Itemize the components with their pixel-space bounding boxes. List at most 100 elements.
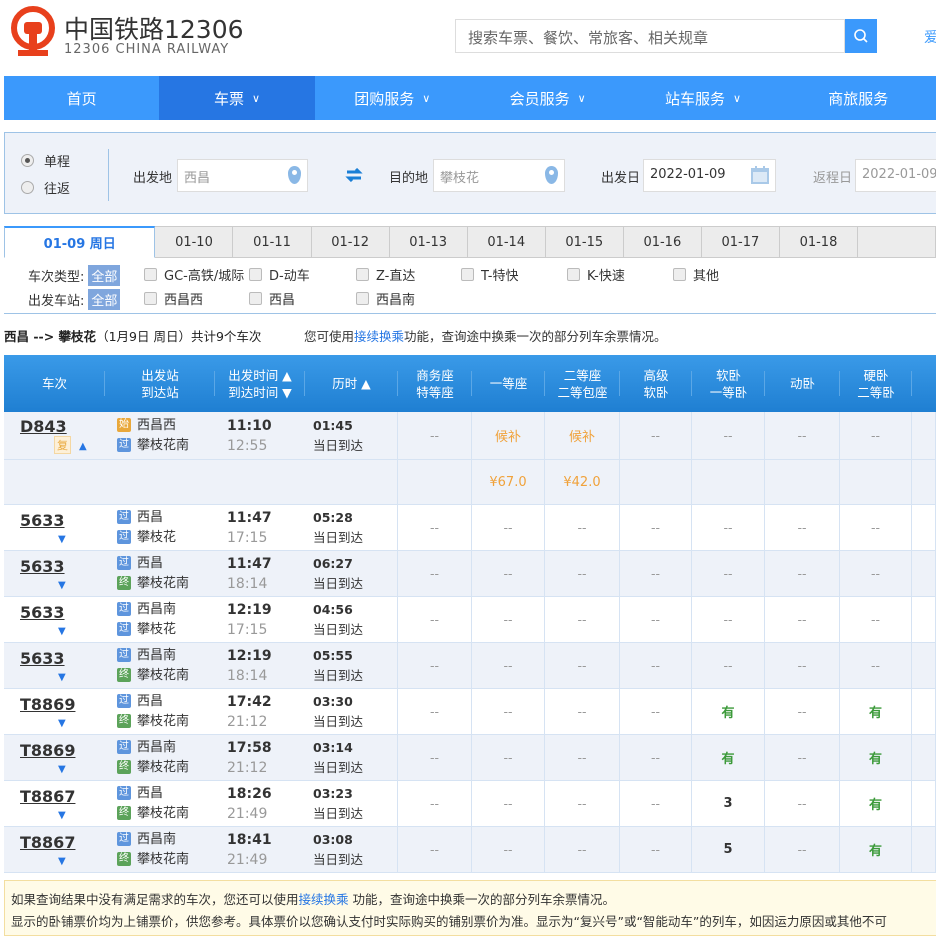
station[interactable]: 终攀枝花南 [117, 574, 189, 594]
station[interactable]: 终攀枝花南 [117, 850, 189, 870]
station[interactable]: 终攀枝花南 [117, 666, 189, 686]
seat-availability[interactable]: 候补 [495, 426, 521, 445]
date-tab[interactable]: 01-16 [624, 226, 702, 258]
date-tab[interactable]: 01-11 [233, 226, 311, 258]
checkbox[interactable] [461, 268, 474, 281]
train-type-checkbox[interactable]: GC-高铁/城际 [144, 265, 244, 284]
checkbox[interactable] [144, 292, 157, 305]
station[interactable]: 过西昌南 [117, 600, 176, 620]
station[interactable]: 过西昌 [117, 784, 163, 804]
from-input[interactable]: 西昌 [177, 159, 308, 192]
radio-round-trip[interactable]: 往返 [21, 178, 70, 197]
calendar-icon[interactable] [750, 165, 770, 185]
seat-cell[interactable]: 有 [692, 735, 765, 780]
station[interactable]: 过西昌 [117, 508, 163, 528]
date-tab[interactable]: 01-14 [468, 226, 546, 258]
seat-availability[interactable]: 有 [869, 840, 882, 859]
station[interactable]: 过攀枝花 [117, 620, 176, 640]
seat-availability[interactable]: 有 [869, 748, 882, 767]
station[interactable]: 终攀枝花南 [117, 712, 189, 732]
train-number-link[interactable]: T8869 [20, 741, 75, 760]
date-tab[interactable] [858, 226, 936, 258]
date-tab[interactable]: 01-17 [702, 226, 780, 258]
date-tab[interactable]: 01-13 [390, 226, 468, 258]
checkbox[interactable] [249, 292, 262, 305]
search-input[interactable]: 搜索车票、餐饮、常旅客、相关规章 [455, 19, 845, 53]
seat-availability[interactable]: 候补 [569, 426, 595, 445]
train-number-link[interactable]: T8867 [20, 833, 75, 852]
return-date-input[interactable]: 2022-01-09 [855, 159, 936, 192]
checkbox[interactable] [356, 268, 369, 281]
station[interactable]: 过攀枝花南 [117, 436, 189, 456]
checkbox[interactable] [249, 268, 262, 281]
seat-availability[interactable]: 有 [721, 702, 734, 721]
date-tab[interactable]: 01-09 周日 [4, 226, 155, 258]
nav-item[interactable]: 站车服务∨ [625, 76, 780, 120]
seat-cell[interactable]: 候补 [545, 412, 620, 459]
seat-cell[interactable]: 有 [840, 781, 912, 826]
train-type-checkbox[interactable]: 其他 [673, 265, 719, 284]
seat-availability[interactable]: 有 [721, 748, 734, 767]
train-type-checkbox[interactable]: D-动车 [249, 265, 310, 284]
transfer-link[interactable]: 接续换乘 [299, 892, 349, 907]
train-number-link[interactable]: 5633 [20, 603, 65, 622]
checkbox[interactable] [144, 268, 157, 281]
nav-item[interactable]: 车票∨ [159, 76, 314, 120]
seat-availability[interactable]: 3 [723, 796, 732, 811]
search-button[interactable] [845, 19, 877, 53]
date-tab[interactable]: 01-10 [155, 226, 233, 258]
station[interactable]: 过西昌南 [117, 738, 176, 758]
date-tab[interactable]: 01-18 [780, 226, 858, 258]
train-type-checkbox[interactable]: T-特快 [461, 265, 518, 284]
expand-arrow-icon[interactable]: ▼ [58, 718, 66, 729]
to-input[interactable]: 攀枝花 [433, 159, 565, 192]
train-number-link[interactable]: D843 [20, 417, 67, 436]
train-type-checkbox[interactable]: Z-直达 [356, 265, 415, 284]
station-checkbox[interactable]: 西昌西 [144, 289, 203, 308]
expand-arrow-icon[interactable]: ▼ [58, 626, 66, 637]
expand-arrow-icon[interactable]: ▼ [58, 580, 66, 591]
date-tab[interactable]: 01-12 [312, 226, 390, 258]
nav-item[interactable]: 团购服务∨ [315, 76, 470, 120]
nav-item[interactable]: 首页 [4, 76, 159, 120]
seat-cell[interactable]: 有 [840, 689, 912, 734]
train-number-link[interactable]: 5633 [20, 649, 65, 668]
seat-availability[interactable]: 有 [869, 794, 882, 813]
station[interactable]: 过西昌 [117, 554, 163, 574]
seat-cell[interactable]: 有 [840, 827, 912, 872]
station[interactable]: 过攀枝花 [117, 528, 176, 548]
expand-arrow-icon[interactable]: ▼ [58, 672, 66, 683]
expand-arrow-icon[interactable]: ▼ [58, 856, 66, 867]
train-type-checkbox[interactable]: K-快速 [567, 265, 625, 284]
station-checkbox[interactable]: 西昌南 [356, 289, 415, 308]
train-type-all-button[interactable]: 全部 [88, 265, 120, 286]
expand-arrow-icon[interactable]: ▼ [58, 764, 66, 775]
column-header[interactable]: 历时 ▲ [305, 355, 398, 412]
checkbox[interactable] [356, 292, 369, 305]
station[interactable]: 过西昌南 [117, 830, 176, 850]
checkbox[interactable] [673, 268, 686, 281]
checkbox[interactable] [567, 268, 580, 281]
seat-cell[interactable]: 3 [692, 781, 765, 826]
nav-item[interactable]: 商旅服务 [781, 76, 936, 120]
train-number-link[interactable]: 5633 [20, 557, 65, 576]
swap-icon[interactable] [345, 168, 363, 182]
seat-cell[interactable]: 5 [692, 827, 765, 872]
station[interactable]: 过西昌 [117, 692, 163, 712]
date-input[interactable]: 2022-01-09 [643, 159, 776, 192]
expand-arrow-icon[interactable]: ▼ [58, 534, 66, 545]
column-header[interactable]: 出发时间 ▲到达时间 ▼ [215, 355, 305, 412]
transfer-link[interactable]: 接续换乘 [354, 329, 404, 344]
seat-cell[interactable]: 候补 [472, 412, 545, 459]
seat-availability[interactable]: 5 [723, 842, 732, 857]
collapse-arrow-icon[interactable]: ▲ [79, 441, 87, 452]
seat-cell[interactable]: 有 [840, 735, 912, 780]
seat-cell[interactable]: 有 [692, 689, 765, 734]
date-tab[interactable]: 01-15 [546, 226, 624, 258]
station-all-button[interactable]: 全部 [88, 289, 120, 310]
nav-item[interactable]: 会员服务∨ [470, 76, 625, 120]
expand-arrow-icon[interactable]: ▼ [58, 810, 66, 821]
train-number-link[interactable]: T8867 [20, 787, 75, 806]
train-number-link[interactable]: T8869 [20, 695, 75, 714]
station[interactable]: 终攀枝花南 [117, 758, 189, 778]
